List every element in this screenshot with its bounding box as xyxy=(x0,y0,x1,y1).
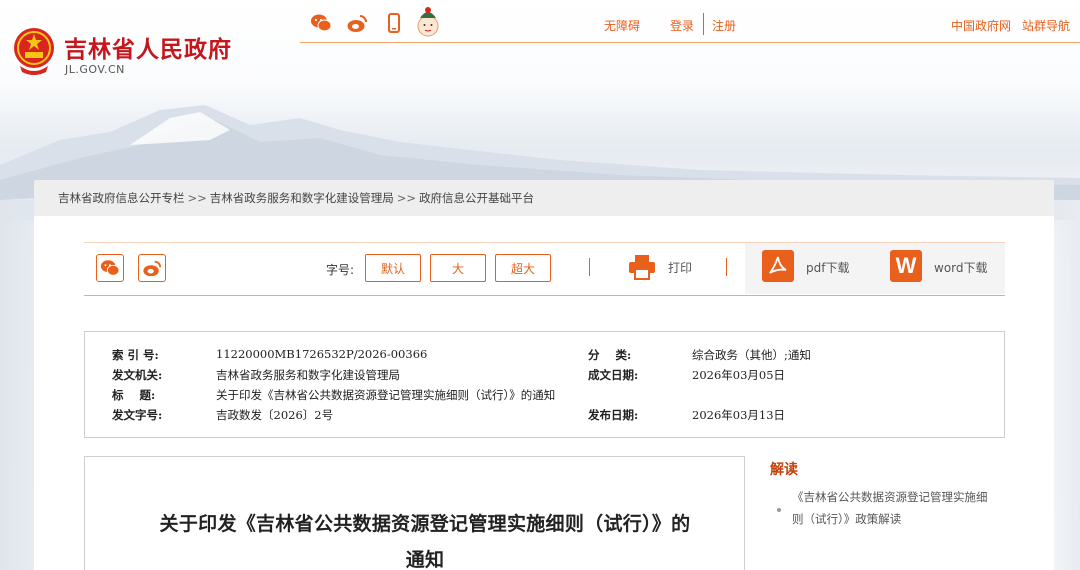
accessibility-link[interactable]: 无障碍 xyxy=(604,17,640,34)
issuer-value: 吉林省政务服务和数字化建设管理局 xyxy=(216,368,400,382)
policy-link-line2: 则（试行）》政策解读 xyxy=(792,512,902,526)
title-label: 标 题: xyxy=(112,388,156,402)
register-link[interactable]: 注册 xyxy=(712,17,736,34)
font-large-button[interactable]: 大 xyxy=(430,254,486,282)
title-value: 关于印发《吉林省公共数据资源登记管理实施细则（试行）》的通知 xyxy=(216,388,556,402)
breadcrumb: 吉林省政府信息公开专栏 >> 吉林省政务服务和数字化建设管理局 >> 政府信息公开基础平… xyxy=(58,190,534,206)
article-title: 关于印发《吉林省公共数据资源登记管理实施细则（试行）》的 通知 xyxy=(110,506,740,570)
acrobat-icon xyxy=(769,256,787,274)
pdf-download-button[interactable]: pdf下载 xyxy=(806,259,849,276)
breadcrumb-separator: >> xyxy=(187,191,207,205)
published-date-value: 2026年03月13日 xyxy=(692,408,786,422)
issuer-label: 发文机关: xyxy=(112,368,163,382)
breadcrumb-item-bureau[interactable]: 吉林省政务服务和数字化建设管理局 xyxy=(210,191,394,205)
toolbar-divider xyxy=(589,258,590,276)
category-label: 分 类: xyxy=(588,348,632,362)
breadcrumb-separator: >> xyxy=(396,191,417,205)
print-button[interactable]: 打印 xyxy=(668,259,692,276)
created-date-label: 成文日期: xyxy=(588,368,639,382)
china-gov-link[interactable]: 中国政府网 xyxy=(951,17,1011,34)
national-emblem-icon[interactable] xyxy=(12,26,56,76)
interpretation-heading: 解读 xyxy=(770,462,798,478)
toolbar-divider xyxy=(726,258,727,276)
policy-link-line1: 《吉林省公共数据资源登记管理实施细 xyxy=(792,490,988,504)
category-value: 综合政务（其他）;通知 xyxy=(692,348,811,362)
breadcrumb-item-info-column[interactable]: 吉林省政府信息公开专栏 xyxy=(58,191,185,205)
font-size-label: 字号: xyxy=(326,263,355,277)
wechat-share-button[interactable] xyxy=(96,254,124,282)
weibo-share-button[interactable] xyxy=(138,254,166,282)
article-title-line2: 通知 xyxy=(405,549,445,570)
breadcrumb-item-platform[interactable]: 政府信息公开基础平台 xyxy=(419,191,534,205)
toolbar-bottom-border xyxy=(84,295,1005,296)
weibo-share-icon xyxy=(143,260,162,277)
word-download-button[interactable]: word下载 xyxy=(934,259,988,276)
created-date-value: 2026年03月05日 xyxy=(692,368,786,382)
toolbar-top-border xyxy=(84,242,1005,243)
wechat-share-icon xyxy=(100,260,120,276)
login-register-divider xyxy=(703,13,704,35)
login-link[interactable]: 登录 xyxy=(670,17,694,34)
docno-label: 发文字号: xyxy=(112,408,163,422)
mobile-icon[interactable] xyxy=(383,12,405,34)
header-divider xyxy=(300,42,1080,43)
site-nav-link[interactable]: 站群导航 xyxy=(1022,17,1070,34)
index-value: 11220000MB1726532P/2026-00366 xyxy=(216,347,428,361)
docno-value: 吉政数发〔2026〕2号 xyxy=(216,408,334,422)
policy-interpretation-link[interactable]: 《吉林省公共数据资源登记管理实施细 则（试行）》政策解读 xyxy=(792,486,1012,530)
wechat-icon[interactable] xyxy=(310,12,332,34)
site-domain: JL.GOV.CN xyxy=(65,63,125,76)
article-title-line1: 关于印发《吉林省公共数据资源登记管理实施细则（试行）》的 xyxy=(159,513,691,535)
font-default-button[interactable]: 默认 xyxy=(365,254,421,282)
pdf-icon[interactable] xyxy=(762,250,794,282)
font-xlarge-button[interactable]: 超大 xyxy=(495,254,551,282)
printer-icon[interactable] xyxy=(628,254,656,280)
word-icon[interactable]: W xyxy=(890,250,922,282)
list-bullet xyxy=(777,508,781,512)
site-title[interactable]: 吉林省人民政府 xyxy=(64,30,232,64)
mascot-icon[interactable] xyxy=(414,4,442,38)
index-label: 索 引 号: xyxy=(112,348,159,362)
published-date-label: 发布日期: xyxy=(588,408,639,422)
weibo-icon[interactable] xyxy=(346,12,368,34)
